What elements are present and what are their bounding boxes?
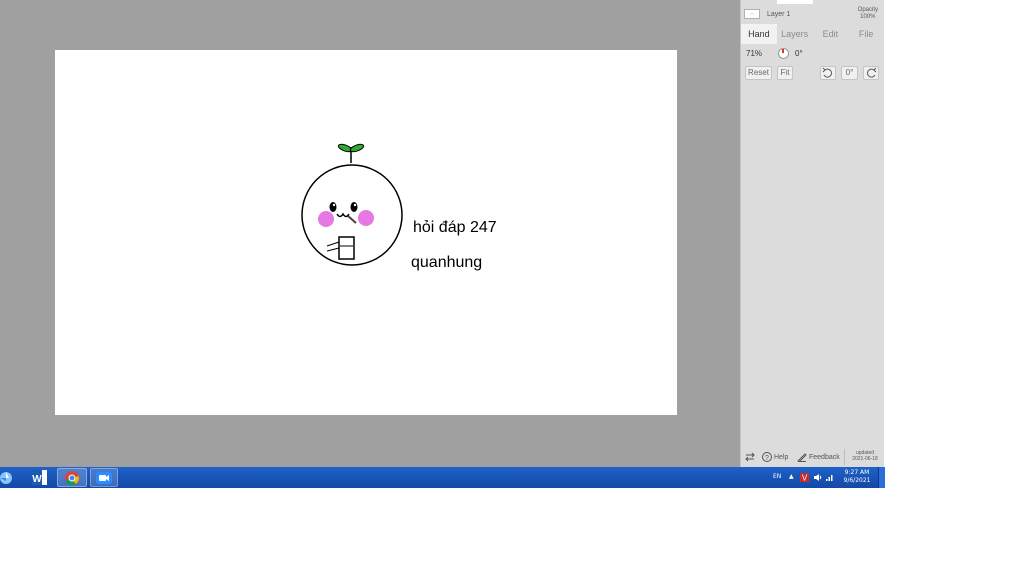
tab-edit[interactable]: Edit (813, 24, 849, 44)
feedback-icon (797, 453, 807, 462)
network-icon[interactable] (825, 473, 834, 482)
pinwheel-app-button[interactable] (0, 468, 18, 487)
word-icon: W (32, 470, 47, 485)
antivirus-tray-icon[interactable]: V (800, 473, 809, 482)
chrome-icon (65, 471, 80, 486)
language-indicator[interactable]: EN (773, 473, 781, 480)
rotate-right-icon (867, 67, 877, 78)
fit-button[interactable]: Fit (777, 66, 793, 80)
layer-thumbnail[interactable]: ·· (744, 9, 760, 19)
help-label: Help (774, 453, 789, 461)
rotate-value-button[interactable]: 0° (841, 66, 858, 80)
chrome-app-button[interactable] (57, 468, 87, 487)
tool-panel: ·· Layer 1 Opacity 100% Hand Layers Edit… (740, 0, 884, 467)
compass-icon (778, 48, 790, 59)
windows-taskbar: W EN ▲ V 9:27 AM 9/6/2021 (0, 467, 885, 488)
updated-info: updated 2021-06-18 (847, 450, 883, 462)
show-desktop-button[interactable] (878, 467, 885, 488)
feedback-label: Feedback (809, 453, 840, 461)
word-app-button[interactable]: W (29, 468, 49, 487)
canvas-text-hoidap: hỏi đáp 247 (413, 219, 497, 236)
zoom-app-button[interactable] (90, 468, 118, 487)
sprout (337, 143, 365, 163)
tab-file[interactable]: File (848, 24, 884, 44)
svg-text:W: W (32, 474, 42, 485)
help-button[interactable]: ? Help (762, 452, 788, 462)
svg-text:?: ? (765, 455, 769, 462)
tab-hand[interactable]: Hand (741, 24, 777, 44)
canvas-drawing (301, 143, 403, 266)
left-blush (318, 211, 334, 227)
tray-expand-icon[interactable]: ▲ (789, 473, 794, 480)
feedback-button[interactable]: Feedback (797, 452, 840, 462)
reset-button[interactable]: Reset (745, 66, 772, 80)
zoom-icon (96, 472, 112, 484)
layer-indicator (777, 0, 813, 4)
clock[interactable]: 9:27 AM 9/6/2021 (840, 469, 874, 485)
zoom-level: 71% (746, 49, 763, 58)
updated-date: 2021-06-18 (852, 456, 878, 462)
clock-date: 9/6/2021 (843, 477, 871, 484)
rotate-left-button[interactable] (820, 66, 836, 80)
view-info: 71% 0° (746, 48, 803, 59)
panel-footer: ? Help Feedback updated 2021-06-18 (741, 447, 884, 467)
clock-time: 9:27 AM (844, 469, 870, 476)
panel-tabs: Hand Layers Edit File (741, 24, 884, 44)
help-icon: ? (762, 452, 772, 462)
drawing-workspace[interactable]: hỏi đáp 247 quanhung (0, 0, 740, 467)
footer-divider (844, 449, 845, 465)
svg-text:V: V (802, 474, 808, 483)
drawing-canvas[interactable]: hỏi đáp 247 quanhung (55, 50, 677, 415)
pinwheel-icon (0, 472, 12, 484)
opacity-value: 100% (860, 14, 876, 20)
right-blush (358, 210, 374, 226)
opacity-control[interactable]: Opacity 100% (858, 7, 878, 21)
swap-icon[interactable] (745, 452, 755, 462)
canvas-text-author: quanhung (411, 254, 483, 271)
volume-icon[interactable] (813, 473, 823, 482)
layer-name: Layer 1 (767, 11, 791, 18)
layer-row[interactable]: ·· Layer 1 Opacity 100% (741, 0, 884, 24)
right-eye (350, 202, 358, 212)
rotate-right-button[interactable] (863, 66, 879, 80)
rotate-left-icon (822, 67, 832, 78)
opacity-label: Opacity (857, 7, 878, 13)
left-eye (329, 202, 337, 212)
tab-layers[interactable]: Layers (777, 24, 813, 44)
rotation-value: 0° (795, 49, 803, 58)
